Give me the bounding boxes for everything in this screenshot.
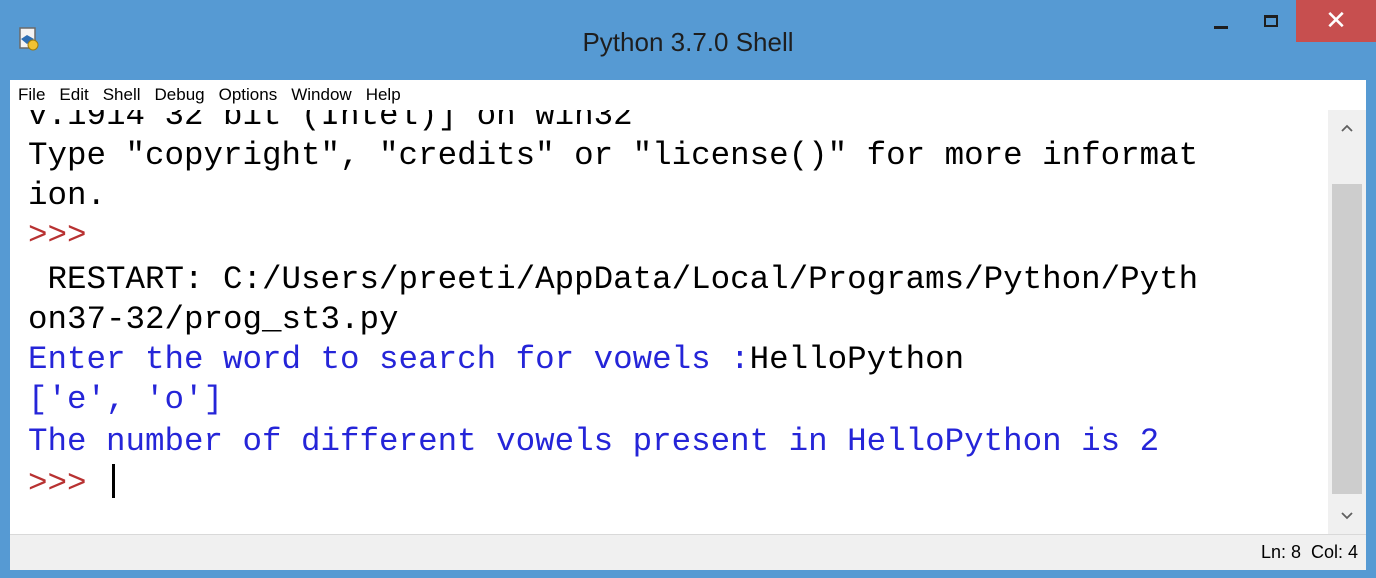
menu-edit[interactable]: Edit	[52, 80, 95, 110]
menu-bar: File Edit Shell Debug Options Window Hel…	[10, 80, 1366, 111]
menu-window[interactable]: Window	[284, 80, 358, 110]
close-icon: ✕	[1325, 6, 1347, 36]
shell-output: ['e', 'o']	[28, 381, 224, 418]
user-input: HelloPython	[749, 341, 965, 378]
shell-line: ion.	[28, 177, 107, 214]
minimize-icon	[1214, 25, 1228, 29]
window-title: Python 3.7.0 Shell	[582, 27, 794, 57]
title-bar[interactable]: Python 3.7.0 Shell ✕	[0, 0, 1376, 80]
scroll-down-button[interactable]	[1328, 498, 1366, 534]
maximize-icon	[1264, 15, 1278, 27]
cursor-position: Ln: 8 Col: 4	[1260, 542, 1358, 562]
menu-options[interactable]: Options	[212, 80, 285, 110]
idle-shell-window: Python 3.7.0 Shell ✕ File Edit Shell Deb…	[0, 0, 1376, 578]
minimize-button[interactable]	[1196, 0, 1246, 42]
maximize-button[interactable]	[1246, 0, 1296, 42]
shell-line: Type "copyright", "credits" or "license(…	[28, 137, 1199, 174]
text-cursor	[112, 464, 116, 499]
input-prompt-line: Enter the word to search for vowels :Hel…	[28, 338, 964, 382]
shell-prompt: >>>	[28, 465, 107, 502]
chevron-up-icon	[1341, 124, 1353, 132]
shell-line: on37-32/prog_st3.py	[28, 301, 399, 338]
close-button[interactable]: ✕	[1296, 0, 1376, 42]
shell-text-area[interactable]: v.1914 32 bit (Intel)] on win32 Type "co…	[10, 110, 1328, 534]
menu-file[interactable]: File	[10, 80, 52, 110]
menu-debug[interactable]: Debug	[148, 80, 212, 110]
scroll-up-button[interactable]	[1328, 110, 1366, 146]
scrollbar-thumb[interactable]	[1332, 184, 1362, 494]
input-prompt: Enter the word to search for vowels :	[28, 341, 750, 378]
vertical-scrollbar[interactable]	[1328, 110, 1366, 534]
shell-output: The number of different vowels present i…	[28, 423, 1160, 460]
status-bar: Ln: 8 Col: 4	[10, 534, 1366, 570]
shell-line: RESTART: C:/Users/preeti/AppData/Local/P…	[28, 261, 1199, 298]
active-prompt-line[interactable]: >>>	[28, 462, 116, 506]
chevron-down-icon	[1341, 512, 1353, 520]
shell-prompt: >>>	[28, 217, 107, 254]
menu-shell[interactable]: Shell	[96, 80, 148, 110]
menu-help[interactable]: Help	[359, 80, 408, 110]
